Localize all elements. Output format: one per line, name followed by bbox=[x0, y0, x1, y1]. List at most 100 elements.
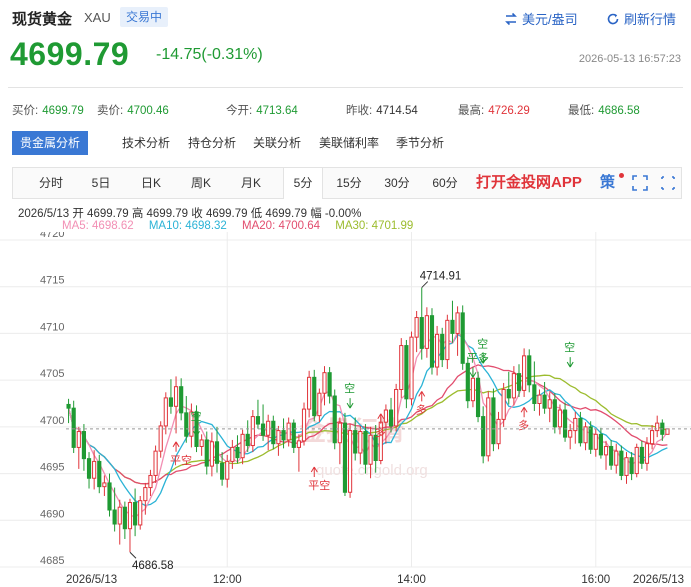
candle-body[interactable] bbox=[127, 502, 133, 530]
period-5day[interactable]: 5日 bbox=[83, 168, 119, 198]
candle-body[interactable] bbox=[511, 373, 516, 399]
candle-body[interactable] bbox=[76, 431, 81, 448]
candle-body[interactable] bbox=[568, 430, 573, 438]
candle-body[interactable] bbox=[450, 319, 455, 334]
candle-body[interactable] bbox=[644, 443, 650, 464]
candle-body[interactable] bbox=[158, 425, 163, 452]
candle-body[interactable] bbox=[286, 422, 291, 441]
candle-body[interactable] bbox=[153, 450, 158, 476]
candle-body[interactable] bbox=[71, 407, 76, 448]
tab-correlation[interactable]: 关联分析 bbox=[253, 131, 301, 155]
candle-body[interactable] bbox=[363, 431, 368, 465]
period-daily[interactable]: 日K bbox=[133, 168, 169, 198]
candle-body[interactable] bbox=[209, 441, 214, 467]
candle-body[interactable] bbox=[358, 431, 363, 454]
candle-body[interactable] bbox=[435, 333, 440, 368]
tab-technical[interactable]: 技术分析 bbox=[122, 131, 170, 155]
candle-body[interactable] bbox=[281, 430, 286, 441]
candle-body[interactable] bbox=[532, 384, 537, 404]
candle-body[interactable] bbox=[419, 317, 424, 349]
candle-body[interactable] bbox=[475, 377, 481, 418]
candle-body[interactable] bbox=[291, 422, 296, 448]
candle-body[interactable] bbox=[204, 439, 209, 467]
candle-body[interactable] bbox=[649, 430, 655, 445]
tab-precious-metals[interactable]: 贵金属分析 bbox=[12, 131, 89, 155]
candle-body[interactable] bbox=[655, 422, 660, 432]
period-30min[interactable]: 30分 bbox=[377, 168, 417, 198]
candle-body[interactable] bbox=[465, 362, 470, 402]
candle-body[interactable] bbox=[86, 458, 92, 479]
currency-unit-toggle[interactable]: 美元/盎司 bbox=[504, 9, 578, 28]
tab-seasonal[interactable]: 季节分析 bbox=[396, 131, 444, 155]
candle-body[interactable] bbox=[307, 376, 312, 410]
candle-body[interactable] bbox=[481, 416, 486, 457]
period-5min[interactable]: 5分 bbox=[283, 168, 323, 199]
period-monthly[interactable]: 月K bbox=[231, 168, 271, 198]
candle-body[interactable] bbox=[486, 397, 491, 457]
candle-body[interactable] bbox=[168, 397, 174, 407]
candle-body[interactable] bbox=[537, 394, 542, 405]
candle-body[interactable] bbox=[557, 409, 563, 428]
candle-body[interactable] bbox=[639, 446, 644, 464]
candle-body[interactable] bbox=[230, 446, 235, 462]
candle-body[interactable] bbox=[102, 482, 107, 488]
candle-body[interactable] bbox=[624, 457, 629, 476]
candle-body[interactable] bbox=[133, 502, 138, 526]
candle-body[interactable] bbox=[455, 312, 460, 334]
candle-body[interactable] bbox=[342, 422, 348, 493]
candle-body[interactable] bbox=[81, 431, 87, 460]
candle-body[interactable] bbox=[634, 446, 639, 475]
candle-body[interactable] bbox=[470, 377, 476, 402]
candle-body[interactable] bbox=[491, 397, 496, 445]
candle-body[interactable] bbox=[629, 457, 634, 475]
period-weekly[interactable]: 周K bbox=[181, 168, 221, 198]
candle-body[interactable] bbox=[527, 355, 532, 386]
candle-body[interactable] bbox=[148, 474, 153, 489]
candle-body[interactable] bbox=[496, 418, 501, 445]
candle-body[interactable] bbox=[312, 376, 317, 417]
candle-body[interactable] bbox=[317, 392, 322, 417]
candle-body[interactable] bbox=[97, 460, 102, 488]
candle-body[interactable] bbox=[276, 430, 281, 445]
candle-body[interactable] bbox=[440, 333, 445, 361]
tab-positions[interactable]: 持仓分析 bbox=[188, 131, 236, 155]
candle-body[interactable] bbox=[665, 428, 670, 435]
candle-body[interactable] bbox=[562, 409, 568, 438]
candle-body[interactable] bbox=[404, 345, 409, 400]
candle-body[interactable] bbox=[184, 412, 189, 437]
candle-body[interactable] bbox=[460, 312, 465, 364]
candle-body[interactable] bbox=[373, 434, 378, 461]
candle-body[interactable] bbox=[347, 430, 353, 493]
candle-body[interactable] bbox=[383, 409, 389, 423]
candle-body[interactable] bbox=[296, 440, 301, 448]
candle-body[interactable] bbox=[603, 445, 609, 456]
candle-body[interactable] bbox=[322, 372, 327, 394]
candle-body[interactable] bbox=[593, 433, 598, 450]
fullscreen-icon[interactable] bbox=[631, 174, 649, 192]
candle-body[interactable] bbox=[501, 388, 506, 420]
candle-body[interactable] bbox=[271, 420, 276, 445]
candle-body[interactable] bbox=[547, 399, 552, 409]
candle-body[interactable] bbox=[260, 423, 266, 436]
expand-icon[interactable] bbox=[659, 174, 677, 192]
candle-body[interactable] bbox=[588, 426, 593, 450]
candle-body[interactable] bbox=[399, 345, 404, 390]
candle-body[interactable] bbox=[225, 460, 230, 480]
candle-body[interactable] bbox=[388, 409, 394, 427]
period-intraday[interactable]: 分时 bbox=[31, 168, 71, 198]
candle-body[interactable] bbox=[138, 500, 143, 526]
candle-body[interactable] bbox=[199, 439, 204, 447]
tab-fed-rate[interactable]: 美联储利率 bbox=[319, 131, 379, 155]
candle-body[interactable] bbox=[414, 317, 419, 338]
candle-body[interactable] bbox=[122, 506, 127, 530]
candle-body[interactable] bbox=[245, 433, 250, 447]
candle-body[interactable] bbox=[445, 319, 450, 361]
candle-body[interactable] bbox=[332, 395, 337, 444]
candle-body[interactable] bbox=[394, 388, 399, 427]
open-app-link[interactable]: 打开金投网APP bbox=[476, 168, 582, 198]
candle-body[interactable] bbox=[609, 445, 614, 466]
candle-body[interactable] bbox=[619, 450, 624, 476]
candle-body[interactable] bbox=[327, 372, 332, 397]
candle-body[interactable] bbox=[107, 482, 112, 511]
candle-body[interactable] bbox=[66, 403, 71, 409]
